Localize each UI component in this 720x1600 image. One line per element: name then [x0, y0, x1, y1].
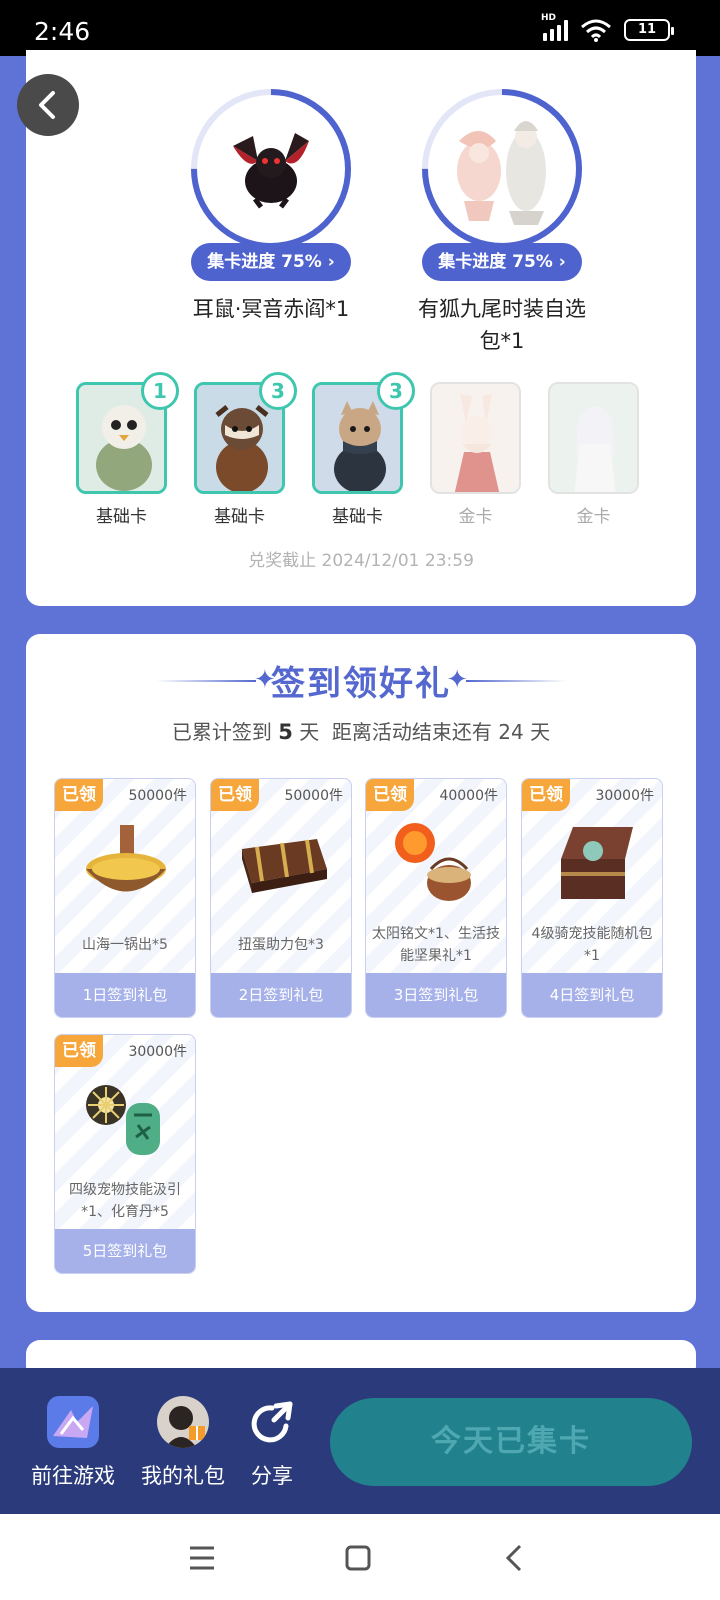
collection-card[interactable]: 金卡 — [548, 382, 639, 527]
share-label: 分享 — [251, 1464, 293, 1488]
my-gifts-button[interactable]: 我的礼包 — [138, 1396, 228, 1490]
status-icons: HD 11 — [541, 13, 674, 42]
card-count-badge: 3 — [259, 372, 297, 410]
collection-card[interactable]: 3 基础卡 — [194, 372, 297, 527]
card-image — [548, 382, 639, 494]
gift-card[interactable]: 已领 30000件 4级骑宠技能随机包*1 4日签到礼包 — [521, 778, 663, 1018]
gift-day-label: 4日签到礼包 — [522, 973, 662, 1017]
chevron-right-icon: › — [558, 252, 566, 272]
collection-card[interactable]: 3 基础卡 — [312, 372, 415, 527]
gift-day-label: 2日签到礼包 — [211, 973, 351, 1017]
reward-item[interactable]: 集卡进度 75% › 耳鼠·冥音赤阎*1 — [151, 86, 391, 325]
gift-card[interactable]: 已领 50000件 山海一锅出*5 1日签到礼包 — [54, 778, 196, 1018]
avatar — [157, 1396, 209, 1448]
days-left: 24 — [498, 720, 524, 744]
game-app-icon — [47, 1396, 99, 1448]
nav-back-icon[interactable] — [494, 1540, 534, 1576]
system-nav-bar — [0, 1514, 720, 1600]
home-icon[interactable] — [338, 1540, 378, 1576]
gift-name: 太阳铭文*1、生活技能坚果礼*1 — [372, 926, 500, 964]
card-list: 1 基础卡 3 基础卡 3 基础卡 金卡 金卡 — [76, 372, 639, 527]
gift-name: 山海一锅出*5 — [82, 937, 168, 953]
claimed-tag: 已领 — [366, 779, 414, 811]
gift-quantity: 50000件 — [284, 788, 343, 804]
gift-day-label: 3日签到礼包 — [366, 973, 506, 1017]
title-decoration — [156, 680, 256, 682]
claimed-tag: 已领 — [55, 779, 103, 811]
go-to-game-label: 前往游戏 — [31, 1464, 115, 1488]
card-label: 金卡 — [458, 507, 493, 527]
gift-day-label: 5日签到礼包 — [55, 1229, 195, 1273]
gift-day-label: 1日签到礼包 — [55, 973, 195, 1017]
chest-icon — [242, 839, 327, 893]
gift-name: 扭蛋助力包*3 — [238, 937, 324, 953]
menu-icon[interactable] — [182, 1540, 222, 1576]
redeem-deadline: 兑奖截止 2024/12/01 23:59 — [248, 551, 474, 571]
card-collection-panel: 集卡进度 75% › 耳鼠·冥音赤阎*1 集卡进度 75% › 有狐九尾时装自选… — [26, 50, 696, 606]
gift-quantity: 30000件 — [128, 1044, 187, 1060]
sign-in-panel: ✦ 签到领好礼 ✦ 已累计签到 5 天 距离活动结束还有 24 天 已领 500… — [26, 634, 696, 1312]
collected-today-button[interactable]: 今天已集卡 — [330, 1398, 692, 1486]
sign-summary: 已累计签到 5 天 距离活动结束还有 24 天 — [171, 720, 551, 744]
progress-pill[interactable]: 集卡进度 75% › — [191, 243, 351, 281]
gift-card[interactable]: 已领 30000件 四级宠物技能汲引*1、化育丹*5 5日签到礼包 — [54, 1034, 196, 1274]
claimed-tag: 已领 — [55, 1035, 103, 1067]
card-count-badge: 3 — [377, 372, 415, 410]
collection-card[interactable]: 金卡 — [430, 382, 521, 527]
progress-ring — [188, 86, 354, 252]
pet-skill-stone-icon — [86, 1085, 160, 1155]
chevron-left-icon — [39, 91, 55, 119]
gift-name: 四级宠物技能汲引*1、化育丹*5 — [69, 1182, 181, 1220]
sparkle-icon: ✦ — [446, 665, 468, 695]
sun-inscription-icon — [395, 823, 471, 901]
signal-icon: HD — [541, 13, 568, 41]
card-label: 基础卡 — [332, 507, 383, 527]
card-image — [430, 382, 521, 494]
treasure-chest-icon — [561, 827, 633, 899]
sign-title-bar: ✦ 签到领好礼 ✦ — [26, 656, 696, 706]
my-gifts-label: 我的礼包 — [141, 1464, 225, 1488]
reward-image — [434, 101, 570, 237]
share-button[interactable]: 分享 — [246, 1396, 298, 1490]
gift-quantity: 30000件 — [595, 788, 654, 804]
card-label: 基础卡 — [214, 507, 265, 527]
chevron-right-icon: › — [327, 252, 335, 272]
claimed-tag: 已领 — [211, 779, 259, 811]
collection-card[interactable]: 1 基础卡 — [76, 372, 179, 527]
title-decoration — [466, 680, 566, 682]
gift-quantity: 50000件 — [128, 788, 187, 804]
back-button[interactable] — [17, 74, 79, 136]
gift-quantity: 40000件 — [439, 788, 498, 804]
gift-card[interactable]: 已领 40000件 太阳铭文*1、生活技能坚果礼*1 3日签到礼包 — [365, 778, 507, 1018]
card-label: 金卡 — [576, 507, 611, 527]
progress-ring — [419, 86, 585, 252]
bottom-action-bar: 前往游戏 我的礼包 分享 今天已集卡 — [0, 1368, 720, 1514]
reward-name: 有狐九尾时装自选包*1 — [418, 297, 586, 353]
progress-label: 集卡进度 75% — [207, 252, 322, 272]
reward-image — [203, 101, 339, 237]
battery-icon: 11 — [624, 19, 674, 41]
share-icon — [246, 1396, 298, 1448]
days-signed: 5 — [278, 720, 293, 744]
progress-label: 集卡进度 75% — [438, 252, 553, 272]
progress-pill[interactable]: 集卡进度 75% › — [422, 243, 582, 281]
gift-card[interactable]: 已领 50000件 扭蛋助力包*3 2日签到礼包 — [210, 778, 352, 1018]
hotpot-icon — [86, 825, 166, 892]
card-label: 基础卡 — [96, 507, 147, 527]
go-to-game-button[interactable]: 前往游戏 — [28, 1396, 118, 1490]
sparkle-icon: ✦ — [254, 665, 276, 695]
status-bar: 2:46 HD 11 — [0, 0, 720, 56]
reward-item[interactable]: 集卡进度 75% › 有狐九尾时装自选包*1 — [382, 86, 622, 357]
claimed-tag: 已领 — [522, 779, 570, 811]
gift-name: 4级骑宠技能随机包*1 — [531, 926, 653, 964]
reward-name: 耳鼠·冥音赤阎*1 — [192, 297, 350, 321]
status-time: 2:46 — [34, 17, 91, 46]
card-count-badge: 1 — [141, 372, 179, 410]
sign-title: 签到领好礼 — [271, 664, 451, 704]
wifi-icon — [581, 19, 611, 42]
